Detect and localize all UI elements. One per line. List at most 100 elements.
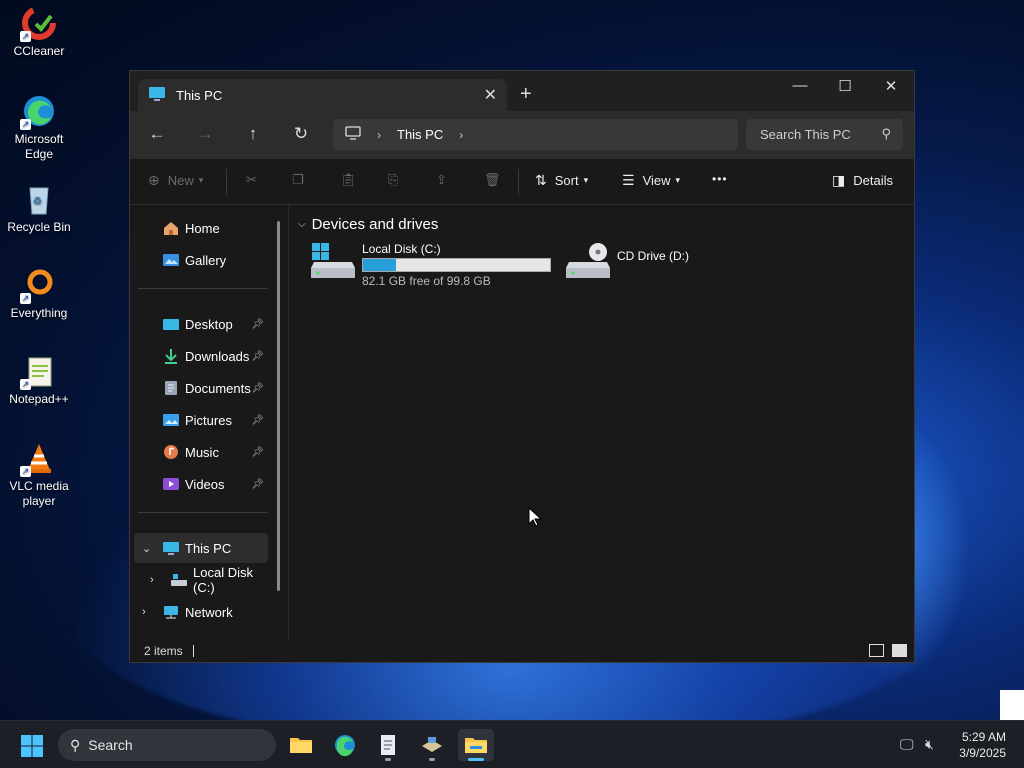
desktop-icon-notepad-plus-plus[interactable]: ↗ Notepad++ [4,354,74,407]
svg-text:♻: ♻ [33,196,42,207]
sidebar-item-label: Music [185,444,219,460]
taskbar-search[interactable]: ⚲ Search [58,729,276,761]
recycle-bin-icon: ♻ [22,182,56,216]
status-separator [192,645,194,657]
paste-icon[interactable]: 📋︎ [340,172,357,188]
pane-splitter[interactable] [288,206,289,641]
show-desktop-button[interactable] [1000,690,1024,720]
divider [226,169,227,195]
pin-icon[interactable]: 📌︎ [251,351,264,362]
pin-icon[interactable]: 📌︎ [251,415,264,426]
maximize-button[interactable]: ☐ [830,77,860,95]
speaker-muted-icon[interactable]: 🔇︎ [925,736,934,753]
desktop-icon-everything[interactable]: ↗ Everything [4,268,74,321]
refresh-button[interactable]: ↻ [289,124,313,144]
divider [138,288,268,289]
taskbar-app-installer[interactable] [414,729,450,761]
desktop-icon-ccleaner[interactable]: ↗ CCleaner [4,6,74,59]
minimize-button[interactable]: — [785,77,815,94]
drive-local-disk[interactable]: Local Disk (C:) 82.1 GB free of 99.8 GB [310,242,551,288]
more-options-button[interactable]: ••• [712,172,728,186]
sidebar-item-label: Documents [185,380,251,396]
sidebar-item-documents[interactable]: Documents 📌︎ [134,373,268,403]
details-view-icon[interactable] [869,644,884,657]
clock[interactable]: 5:29 AM 3/9/2025 [959,729,1006,761]
back-button[interactable]: ← [145,124,169,144]
mouse-cursor-icon [528,507,542,527]
group-header[interactable]: ⌵ Devices and drives [298,216,438,233]
desktop-icon-vlc[interactable]: ↗ VLC media player [4,441,74,509]
sidebar-item-local-disk[interactable]: › Local Disk (C:) [134,565,268,595]
pin-icon[interactable]: 📌︎ [251,383,264,394]
pin-icon[interactable]: 📌︎ [251,479,264,490]
forward-button[interactable]: → [193,124,217,144]
pin-icon[interactable]: 📌︎ [251,319,264,330]
details-pane-icon: ◨ [832,172,846,188]
notepad-icon [381,735,395,755]
chevron-right-icon[interactable]: › [142,606,146,618]
new-button[interactable]: ⊕ New ▾ [148,172,203,189]
desktop-icon-edge[interactable]: ↗ Microsoft Edge [4,94,74,162]
desktop-icon-label: CCleaner [13,44,65,58]
folder-icon [290,738,312,753]
sidebar-item-label: Downloads [185,348,250,364]
chevron-down-icon: ⌵ [298,219,306,230]
network-icon [162,604,180,620]
share-icon[interactable]: ⇪ [436,172,447,188]
taskbar-app-notepad[interactable] [370,729,406,761]
capacity-bar-fill [363,259,397,271]
search-icon: ⚲ [70,736,81,753]
nav-pane-scrollbar[interactable] [277,221,280,591]
sort-label: Sort [554,173,579,188]
close-window-button[interactable]: ✕ [876,77,906,95]
sidebar-item-home[interactable]: Home [134,213,268,243]
rename-icon[interactable]: ⎘ [388,172,398,188]
running-indicator [468,758,484,761]
address-bar[interactable]: › This PC › [333,119,738,150]
breadcrumb-separator[interactable]: › [377,128,381,142]
taskbar-app-file-explorer[interactable] [458,729,494,761]
divider [138,512,268,513]
navigation-pane: Home Gallery Desktop 📌︎ Downloads 📌︎ Doc… [130,206,280,641]
monitor-icon [345,126,361,143]
chevron-down-icon[interactable]: ⌄ [142,542,151,555]
sidebar-item-network[interactable]: › Network [134,597,268,627]
capacity-bar [362,258,551,272]
view-button[interactable]: ☰ View ▾ [622,172,680,189]
delete-icon[interactable]: 🗑︎ [484,172,501,188]
sidebar-item-label: Videos [185,476,225,492]
sidebar-item-pictures[interactable]: Pictures 📌︎ [134,405,268,435]
copy-icon[interactable]: ❐ [292,172,304,188]
search-input[interactable]: Search This PC ⚲ [746,119,903,150]
pin-icon[interactable]: 📌︎ [251,447,264,458]
taskbar-app-file-explorer-folder[interactable] [283,729,319,761]
chevron-down-icon: ▾ [198,175,204,185]
network-status-icon[interactable]: 🖵︎ [900,736,914,753]
chevron-right-icon[interactable]: › [150,574,154,586]
sidebar-item-desktop[interactable]: Desktop 📌︎ [134,309,268,339]
sidebar-item-videos[interactable]: Videos 📌︎ [134,469,268,499]
sidebar-item-music[interactable]: Music 📌︎ [134,437,268,467]
taskbar-app-edge[interactable] [327,729,363,761]
start-button[interactable] [20,734,44,763]
close-tab-icon[interactable]: ✕ [484,85,497,105]
desktop-icon-recycle-bin[interactable]: ♻ Recycle Bin [4,182,74,235]
sidebar-item-downloads[interactable]: Downloads 📌︎ [134,341,268,371]
large-icons-view-icon[interactable] [892,644,907,657]
breadcrumb-this-pc[interactable]: This PC [397,127,443,142]
gallery-icon [162,252,180,268]
details-button[interactable]: ◨ Details [832,172,893,189]
new-tab-button[interactable]: + [520,83,532,106]
drive-cd[interactable]: CD Drive (D:) [565,242,689,283]
cut-icon[interactable]: ✂ [246,172,257,188]
desktop-icon-label: Everything [10,306,68,320]
sidebar-item-gallery[interactable]: Gallery [134,245,268,275]
up-button[interactable]: ↑ [241,124,265,144]
sidebar-item-this-pc[interactable]: ⌄ This PC [134,533,268,563]
tab-this-pc[interactable]: This PC ✕ [138,79,507,111]
music-icon [162,444,180,460]
home-icon [162,220,180,236]
item-count: 2 items [144,644,183,658]
sort-button[interactable]: ⇅ Sort ▾ [535,172,588,189]
breadcrumb-chevron[interactable]: › [459,128,463,142]
